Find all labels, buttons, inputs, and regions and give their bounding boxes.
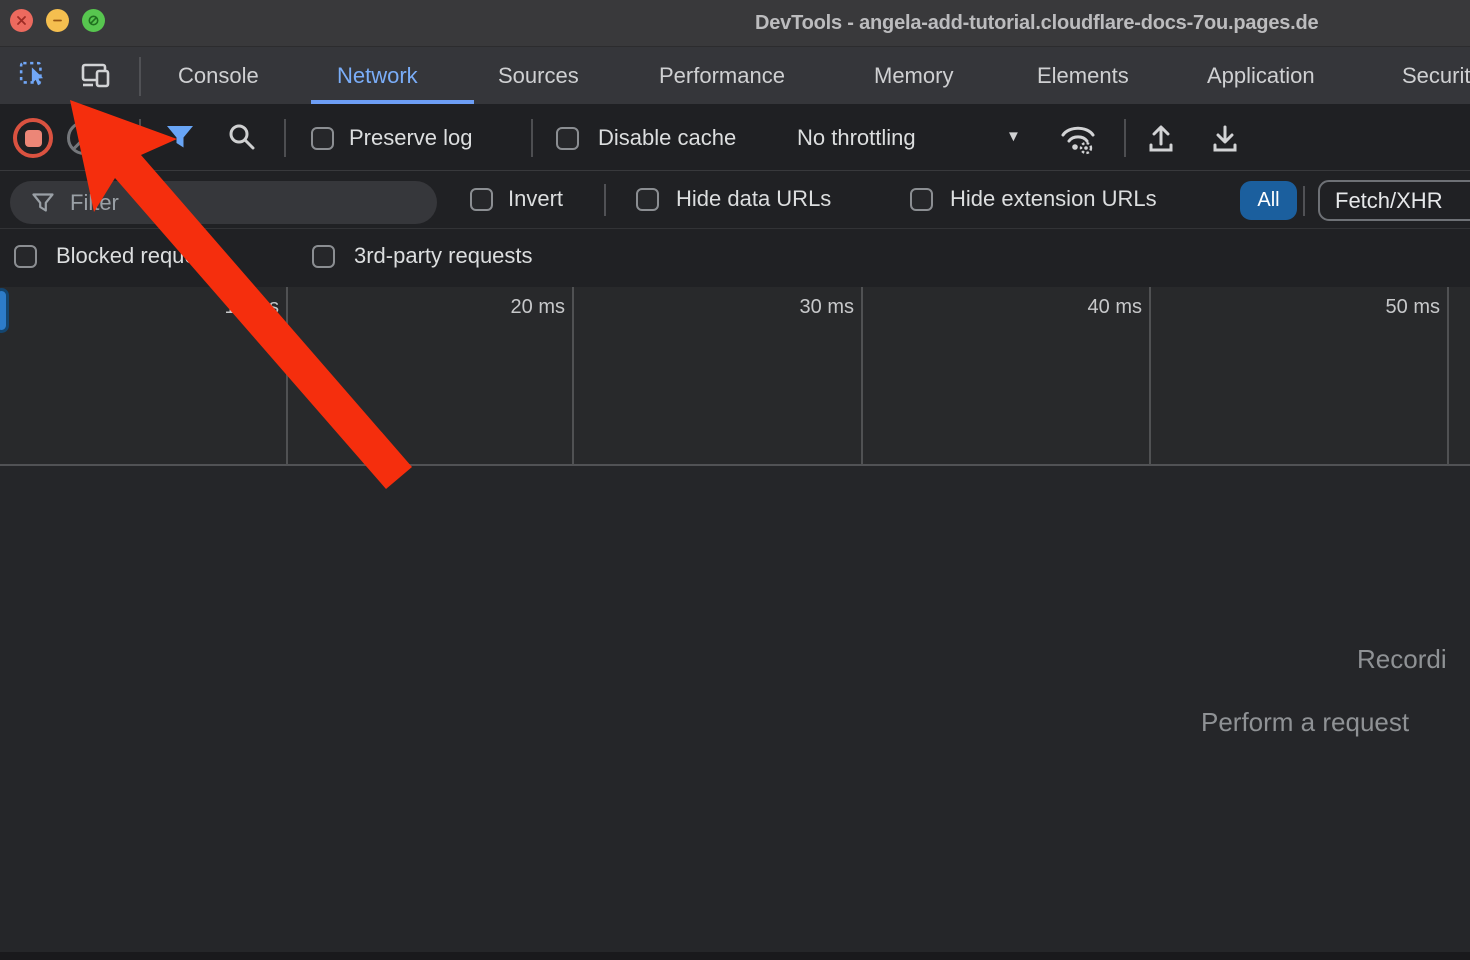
inspect-cursor-icon xyxy=(19,61,49,91)
disable-cache-label: Disable cache xyxy=(598,125,736,151)
import-har-button[interactable] xyxy=(1144,121,1178,155)
toolbar-separator xyxy=(1124,119,1126,157)
timeline-tick-label: 30 ms xyxy=(742,296,854,319)
request-type-fetch-xhr-chip[interactable]: Fetch/XHR xyxy=(1318,180,1470,221)
blocked-requests-label: Blocked requests xyxy=(56,243,225,269)
hide-extension-urls-label: Hide extension URLs xyxy=(950,186,1157,212)
filter-input-pill[interactable] xyxy=(10,181,437,224)
timeline-selection-grip[interactable] xyxy=(0,288,9,333)
third-party-requests-label: 3rd-party requests xyxy=(354,243,533,269)
timeline-tick-label: 40 ms xyxy=(1030,296,1142,319)
minimize-icon xyxy=(52,15,63,26)
timeline-tick-label: 20 ms xyxy=(453,296,565,319)
toggle-device-toolbar-button[interactable] xyxy=(80,61,114,91)
timeline-gridline xyxy=(572,287,574,465)
clear-network-log-button[interactable] xyxy=(67,121,101,155)
close-icon xyxy=(16,15,27,26)
window-titlebar: DevTools - angela-add-tutorial.cloudflar… xyxy=(0,0,1470,47)
empty-state-line1: Recordi xyxy=(1357,644,1447,675)
device-toolbar-icon xyxy=(80,61,114,91)
throttling-select[interactable]: No throttling xyxy=(797,125,916,151)
toolbar-separator xyxy=(139,119,141,157)
tab-performance[interactable]: Performance xyxy=(659,47,785,104)
tab-memory[interactable]: Memory xyxy=(874,47,953,104)
tab-application[interactable]: Application xyxy=(1207,47,1315,104)
minimize-window-button[interactable] xyxy=(46,9,69,32)
record-network-log-button[interactable] xyxy=(13,118,53,158)
hide-data-urls-checkbox[interactable] xyxy=(636,188,659,211)
funnel-icon xyxy=(166,125,194,149)
third-party-requests-checkbox[interactable] xyxy=(312,245,335,268)
tabbar-separator xyxy=(139,57,141,96)
caret-down-icon[interactable]: ▼ xyxy=(1006,128,1021,145)
close-window-button[interactable] xyxy=(10,9,33,32)
filterbar-separator xyxy=(604,184,606,216)
hide-data-urls-label: Hide data URLs xyxy=(676,186,831,212)
filter-toggle-button[interactable] xyxy=(166,125,194,149)
screen-share-window-button[interactable] xyxy=(82,9,105,32)
record-stop-icon xyxy=(25,130,42,147)
wifi-gear-icon xyxy=(1056,119,1100,157)
window-bottom-edge xyxy=(0,952,1470,960)
invert-checkbox[interactable] xyxy=(470,188,493,211)
screen-share-icon xyxy=(87,14,100,27)
window-title: DevTools - angela-add-tutorial.cloudflar… xyxy=(755,0,1318,47)
upload-icon xyxy=(1144,121,1178,155)
tab-network[interactable]: Network xyxy=(337,47,418,104)
timeline-gridline xyxy=(861,287,863,465)
preserve-log-checkbox[interactable] xyxy=(311,127,334,150)
chip-separator xyxy=(1303,186,1305,216)
tab-console[interactable]: Console xyxy=(178,47,259,104)
tab-elements[interactable]: Elements xyxy=(1037,47,1129,104)
timeline-tick-label: 10 ms xyxy=(167,296,279,319)
filter-input[interactable] xyxy=(68,189,402,217)
funnel-outline-icon xyxy=(32,193,54,213)
toolbar-separator xyxy=(531,119,533,157)
search-icon xyxy=(227,122,257,152)
tab-sources[interactable]: Sources xyxy=(498,47,579,104)
invert-label: Invert xyxy=(508,186,563,212)
download-icon xyxy=(1208,121,1242,155)
hide-extension-urls-checkbox[interactable] xyxy=(910,188,933,211)
preserve-log-label: Preserve log xyxy=(349,125,473,151)
timeline-tick-label: 50 ms xyxy=(1328,296,1440,319)
toolbar-separator xyxy=(284,119,286,157)
blocked-requests-checkbox[interactable] xyxy=(14,245,37,268)
export-har-button[interactable] xyxy=(1208,121,1242,155)
network-conditions-button[interactable] xyxy=(1056,119,1100,157)
tab-security[interactable]: Security xyxy=(1402,47,1470,104)
request-type-all-chip[interactable]: All xyxy=(1240,181,1297,220)
search-button[interactable] xyxy=(227,122,257,152)
timeline-gridline xyxy=(286,287,288,465)
disable-cache-checkbox[interactable] xyxy=(556,127,579,150)
timeline-gridline xyxy=(1447,287,1449,465)
inspect-element-button[interactable] xyxy=(19,61,49,91)
empty-state-line2: Perform a request xyxy=(1201,707,1409,738)
timeline-gridline xyxy=(1149,287,1151,465)
